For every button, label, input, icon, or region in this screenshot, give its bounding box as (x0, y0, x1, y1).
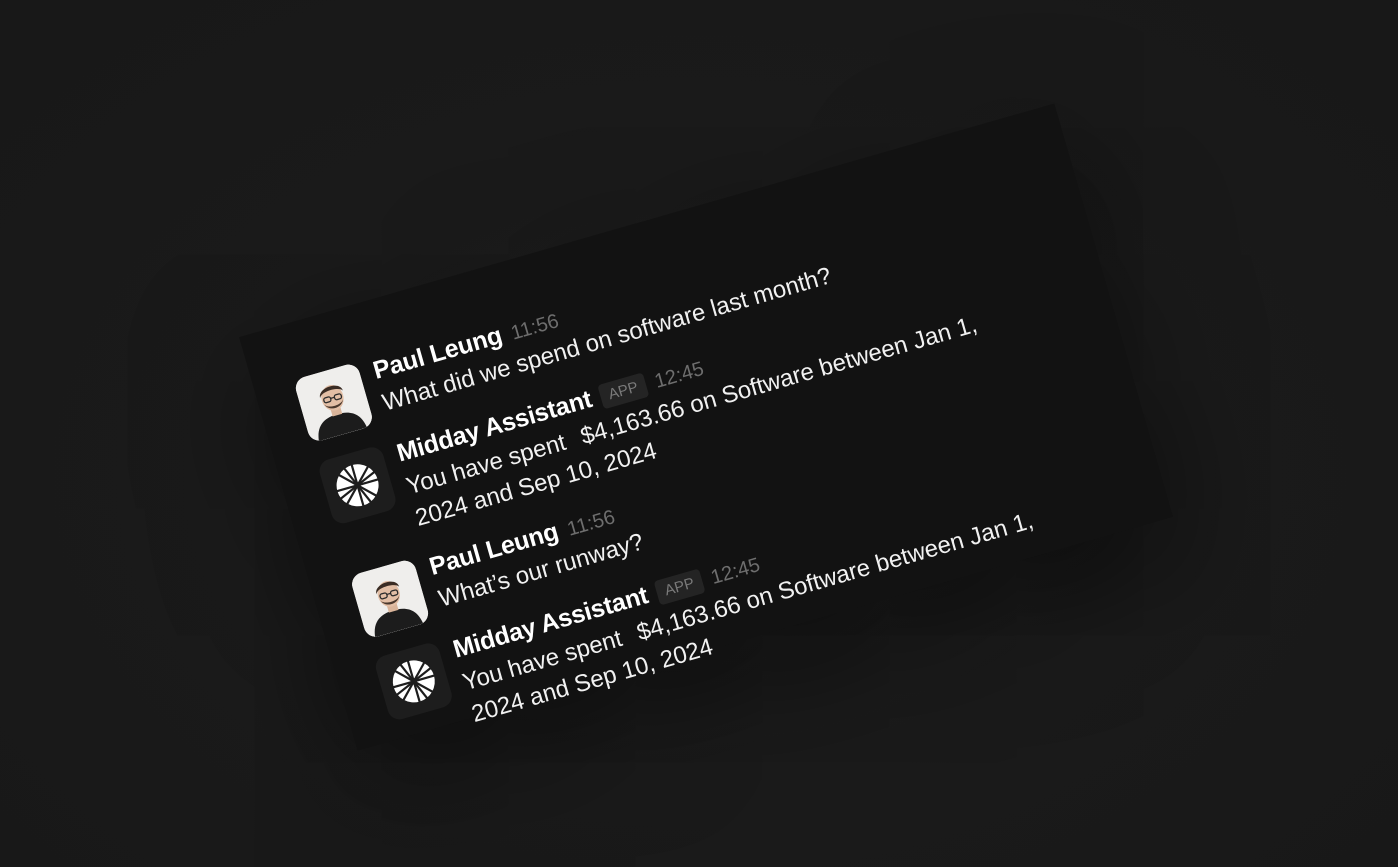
user-photo-avatar (293, 361, 375, 444)
midday-logo-icon (336, 463, 380, 507)
chat-card: Paul Leung 11:56 What did we spend on so… (239, 103, 1173, 751)
assistant-avatar[interactable] (372, 640, 455, 723)
page-background: Paul Leung 11:56 What did we spend on so… (0, 0, 1398, 867)
user-photo-avatar (349, 557, 431, 640)
user-avatar[interactable] (349, 557, 431, 640)
assistant-avatar[interactable] (316, 444, 399, 527)
user-avatar[interactable] (293, 361, 375, 444)
midday-logo-icon (392, 659, 436, 703)
